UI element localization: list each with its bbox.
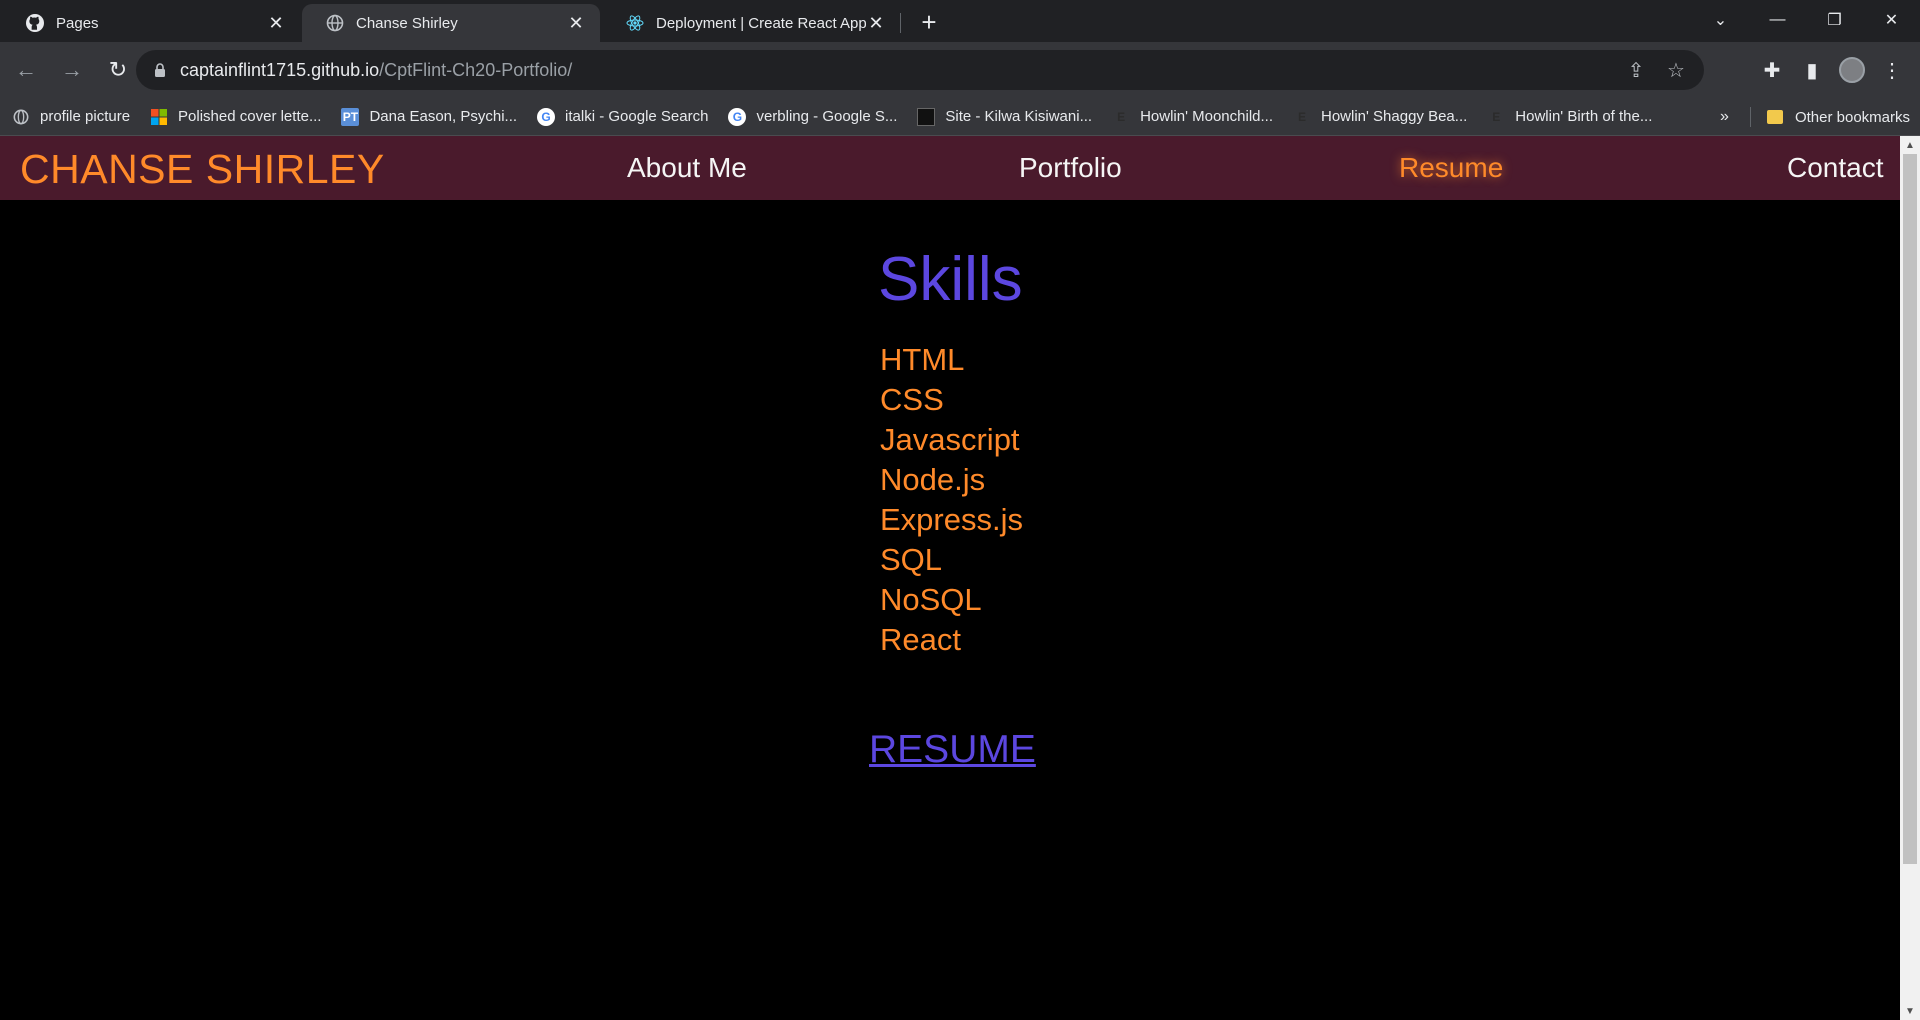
skills-heading: Skills — [878, 245, 1023, 314]
menu-icon[interactable]: ⋮ — [1872, 50, 1912, 90]
google-icon: G — [728, 107, 747, 126]
bookmark-item[interactable]: E Howlin' Moonchild... — [1112, 108, 1273, 126]
page-scrollbar[interactable]: ▲ ▼ — [1900, 136, 1920, 1020]
bookmark-item[interactable]: G verbling - Google S... — [728, 107, 898, 126]
tab-chanse-shirley[interactable]: Chanse Shirley ✕ — [302, 4, 600, 42]
url-text[interactable]: captainflint1715.github.io/CptFlint-Ch20… — [180, 60, 572, 81]
nav-contact[interactable]: Contact — [1787, 152, 1884, 184]
tab-search-icon[interactable]: ⌄ — [1692, 0, 1749, 40]
e-icon: E — [1492, 109, 1501, 124]
bookmark-label: Site - Kilwa Kisiwani... — [945, 108, 1093, 125]
pt-icon: PT — [341, 107, 360, 126]
side-panel-icon[interactable]: ▮ — [1792, 50, 1832, 90]
forward-button[interactable]: → — [52, 50, 92, 90]
e-icon: E — [1117, 109, 1126, 124]
nav-portfolio[interactable]: Portfolio — [1019, 152, 1122, 184]
tab-title: Deployment | Create React App — [656, 14, 866, 32]
tab-pages[interactable]: Pages ✕ — [2, 4, 300, 42]
page-viewport: CHANSE SHIRLEY About Me Portfolio Resume… — [0, 136, 1900, 1020]
restore-button[interactable]: ❐ — [1806, 0, 1863, 40]
google-icon: G — [537, 107, 556, 126]
skill-item: SQL — [880, 542, 943, 577]
bookmarks-overflow-button[interactable]: » — [1720, 98, 1729, 136]
close-icon[interactable]: ✕ — [566, 13, 586, 33]
bookmark-label: Dana Eason, Psychi... — [369, 108, 518, 125]
globe-icon — [12, 108, 30, 126]
scroll-down-arrow-icon[interactable]: ▼ — [1900, 1002, 1920, 1020]
skill-item: HTML — [880, 342, 965, 377]
nav-about-me[interactable]: About Me — [627, 152, 747, 184]
skill-item: CSS — [880, 382, 944, 417]
address-bar[interactable]: captainflint1715.github.io/CptFlint-Ch20… — [136, 50, 1704, 90]
bookmark-label: verbling - Google S... — [756, 108, 898, 125]
close-icon[interactable]: ✕ — [266, 13, 286, 33]
bookmark-label: Polished cover lette... — [178, 108, 322, 125]
bookmarks-bar: profile picture Polished cover lette... … — [0, 98, 1920, 136]
close-icon[interactable]: ✕ — [866, 13, 886, 33]
e-icon: E — [1297, 109, 1306, 124]
globe-icon — [326, 14, 344, 32]
skill-item: Node.js — [880, 462, 986, 497]
bookmark-item[interactable]: Site - Kilwa Kisiwani... — [917, 107, 1093, 126]
bookmarks-divider — [1750, 107, 1751, 127]
toolbar-actions: ✚ ▮ ⋮ — [1752, 50, 1912, 90]
minimize-button[interactable]: — — [1749, 0, 1806, 40]
bookmark-item[interactable]: E Howlin' Birth of the... — [1487, 108, 1652, 126]
other-bookmarks-label: Other bookmarks — [1794, 108, 1910, 126]
scroll-up-arrow-icon[interactable]: ▲ — [1900, 136, 1920, 154]
other-bookmarks[interactable]: Other bookmarks — [1766, 98, 1910, 136]
bookmark-item[interactable]: E Howlin' Shaggy Bea... — [1293, 108, 1467, 126]
bookmark-label: Howlin' Moonchild... — [1140, 108, 1273, 125]
bookmark-label: profile picture — [40, 108, 131, 125]
site-brand[interactable]: CHANSE SHIRLEY — [20, 146, 385, 193]
share-icon[interactable]: ⇪ — [1616, 50, 1656, 90]
skill-item: Javascript — [880, 422, 1020, 457]
lock-icon[interactable] — [154, 63, 168, 77]
nav-resume[interactable]: Resume — [1399, 152, 1503, 184]
tab-strip: Pages ✕ Chanse Shirley ✕ Deployment | Cr… — [0, 0, 1920, 42]
skills-list: HTML CSS Javascript Node.js Express.js S… — [880, 340, 1023, 660]
tab-divider — [900, 13, 901, 33]
browser-toolbar: ← → ↻ captainflint1715.github.io/CptFlin… — [0, 42, 1920, 98]
avatar[interactable] — [1839, 57, 1865, 83]
skill-item: Express.js — [880, 502, 1023, 537]
folder-icon — [1766, 110, 1783, 124]
bookmark-item[interactable]: PT Dana Eason, Psychi... — [341, 107, 518, 126]
react-icon — [626, 14, 644, 32]
extensions-icon[interactable]: ✚ — [1752, 50, 1792, 90]
skill-item: NoSQL — [880, 582, 982, 617]
microsoft-icon — [150, 108, 168, 126]
reload-button[interactable]: ↻ — [98, 50, 138, 90]
resume-link[interactable]: RESUME — [869, 728, 1036, 772]
bookmark-label: italki - Google Search — [565, 108, 709, 125]
bookmark-item[interactable]: G italki - Google Search — [537, 107, 709, 126]
new-tab-button[interactable]: + — [911, 4, 947, 40]
tab-deployment[interactable]: Deployment | Create React App ✕ — [602, 4, 900, 42]
address-bar-actions: ⇪ ☆ — [1616, 50, 1696, 90]
site-icon — [917, 107, 936, 126]
bookmark-label: Howlin' Shaggy Bea... — [1321, 108, 1468, 125]
bookmark-item[interactable]: Polished cover lette... — [150, 108, 321, 126]
bookmark-item[interactable]: profile picture — [12, 108, 130, 126]
star-icon[interactable]: ☆ — [1656, 50, 1696, 90]
bookmark-label: Howlin' Birth of the... — [1515, 108, 1653, 125]
scroll-thumb[interactable] — [1903, 154, 1917, 864]
url-host: captainflint1715.github.io — [180, 59, 380, 80]
window-controls: ⌄ — ❐ ✕ — [1692, 0, 1920, 40]
skill-item: React — [880, 622, 961, 657]
back-button[interactable]: ← — [6, 50, 46, 90]
url-path: /CptFlint-Ch20-Portfolio/ — [379, 59, 573, 80]
tab-title: Pages — [56, 14, 99, 32]
close-window-button[interactable]: ✕ — [1863, 0, 1920, 40]
github-icon — [26, 14, 44, 32]
site-header: CHANSE SHIRLEY About Me Portfolio Resume… — [0, 136, 1900, 200]
tab-title: Chanse Shirley — [356, 14, 458, 32]
